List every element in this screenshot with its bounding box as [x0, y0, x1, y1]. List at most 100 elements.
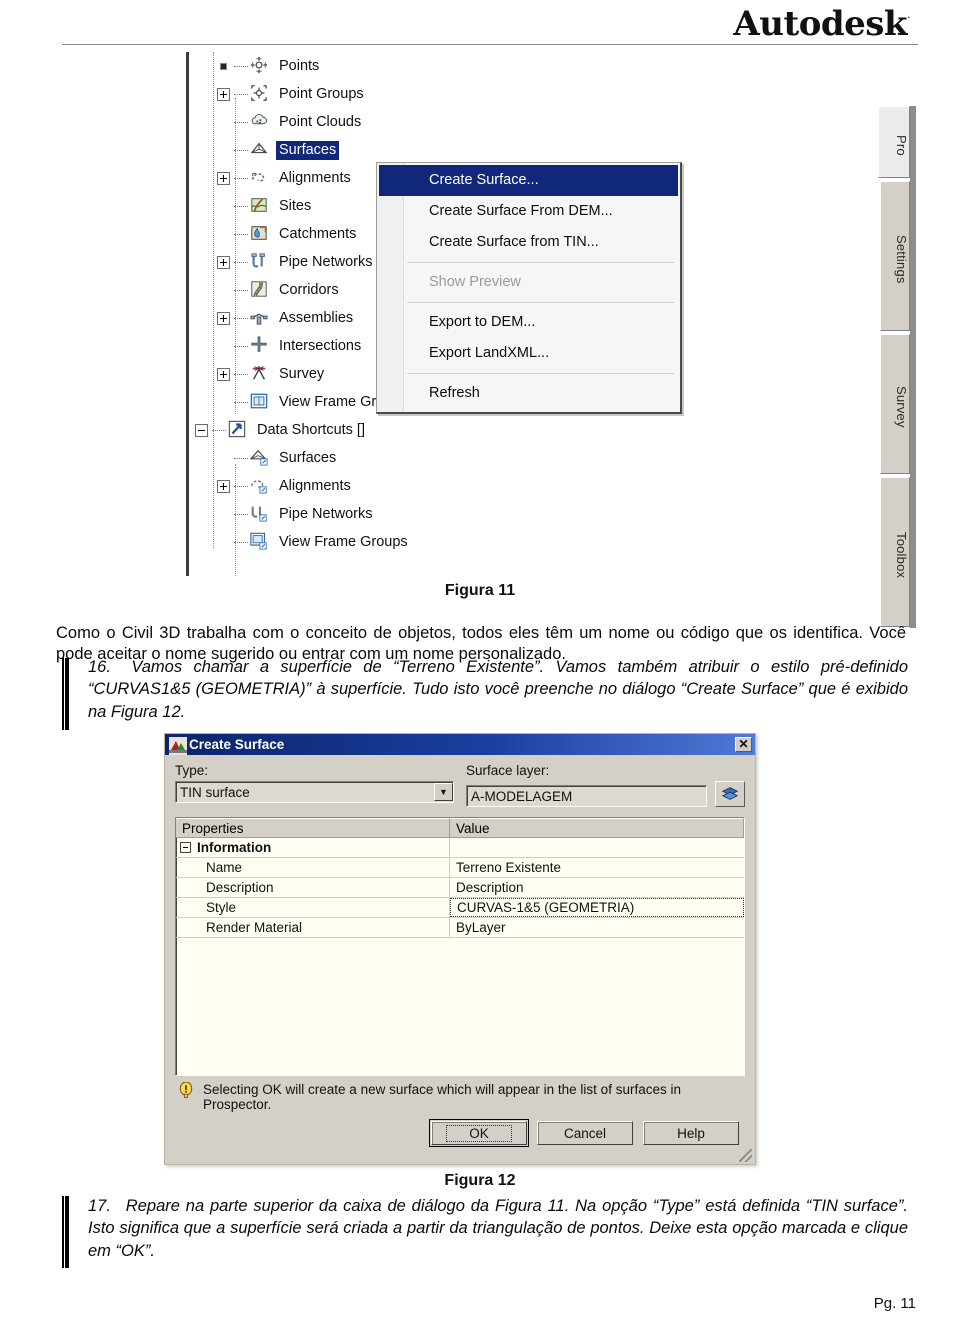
menu-item-create-surface-from-dem[interactable]: Create Surface From DEM... [377, 196, 680, 227]
menu-item-refresh[interactable]: Refresh [377, 378, 680, 409]
tree-item-point-groups[interactable]: Point Groups [189, 80, 686, 108]
surface-layer-label: Surface layer: [466, 763, 550, 778]
dialog-title: Create Surface [189, 737, 285, 752]
grid-property-label: Style [206, 900, 237, 915]
type-label: Type: [175, 763, 209, 778]
tree-connector [234, 121, 248, 123]
tree-connector [234, 205, 248, 207]
surfaces-icon [250, 140, 270, 160]
grid-row-information[interactable]: Information [176, 838, 744, 858]
list-item-16-number: 16. [88, 658, 111, 676]
tree-connector [234, 177, 248, 179]
tree-item-alignments[interactable]: Alignments [189, 472, 686, 500]
dialog-hint: Selecting OK will create a new surface w… [175, 1082, 745, 1112]
expand-icon[interactable] [217, 367, 230, 381]
surface-properties-grid[interactable]: Properties Value Information Name Terreno … [175, 817, 745, 1076]
menu-item-create-surface-from-tin[interactable]: Create Surface from TIN... [377, 227, 680, 258]
grid-row-style[interactable]: Style CURVAS-1&5 (GEOMETRIA) [176, 898, 744, 918]
menu-separator [407, 302, 674, 303]
panel-tab-toolbox[interactable]: Toolbox [880, 477, 910, 627]
ok-button[interactable]: OK [429, 1119, 529, 1147]
grid-cell-value[interactable] [450, 838, 744, 857]
expand-icon[interactable] [217, 311, 230, 325]
button-label: OK [446, 1124, 512, 1142]
view-frame-groups-icon [250, 392, 270, 412]
help-button[interactable]: Help [643, 1121, 739, 1145]
expand-icon[interactable] [217, 171, 230, 185]
tree-item-pipe-networks[interactable]: Pipe Networks [189, 500, 686, 528]
cancel-button[interactable]: Cancel [537, 1121, 633, 1145]
chevron-down-icon[interactable]: ▼ [434, 783, 453, 801]
expand-icon[interactable] [217, 479, 230, 493]
point-clouds-icon [250, 112, 270, 132]
tree-item-label: Corridors [279, 281, 339, 298]
tree-item-label: View Frame Groups [279, 533, 408, 550]
grid-cell-value[interactable]: CURVAS-1&5 (GEOMETRIA) [450, 898, 744, 917]
tree-item-label: Surfaces [279, 449, 337, 466]
tree-connector [234, 401, 248, 403]
surfaces-shortcut-icon [250, 448, 270, 468]
grid-row-render-material[interactable]: Render Material ByLayer [176, 918, 744, 938]
pipe-networks-shortcut-icon [250, 504, 270, 524]
grid-cell-value[interactable]: Terreno Existente [450, 858, 744, 877]
grid-cell-property: Render Material [176, 918, 450, 937]
tree-item-surfaces[interactable]: Surfaces [189, 136, 686, 164]
grid-cell-value[interactable]: Description [450, 878, 744, 897]
figure-11-caption: Figura 11 [444, 582, 516, 599]
close-icon[interactable]: ✕ [735, 737, 752, 752]
warning-bulb-icon [177, 1082, 195, 1100]
panel-tab-pro[interactable]: Pro [878, 106, 910, 178]
tree-item-surfaces[interactable]: Surfaces [189, 444, 686, 472]
tree-item-view-frame-groups[interactable]: View Frame Groups [189, 528, 686, 556]
collapse-icon[interactable] [195, 423, 208, 437]
surfaces-context-menu[interactable]: Create Surface... Create Surface From DEM… [376, 162, 682, 414]
panel-tab-strip[interactable]: Pro Settings Survey Toolbox [878, 104, 922, 628]
expand-icon[interactable] [217, 255, 230, 269]
grid-cell-value[interactable]: ByLayer [450, 918, 744, 937]
grid-row-name[interactable]: Name Terreno Existente [176, 858, 744, 878]
tree-item-points[interactable]: Points [189, 52, 686, 80]
dialog-top-fields: Type: TIN surface ▼ Surface layer: A-MOD… [175, 763, 745, 807]
tree-connector [234, 541, 248, 543]
tree-item-label: Assemblies [279, 309, 354, 326]
list-item-17: 17. Repare na parte superior da caixa de… [88, 1195, 908, 1262]
panel-tab-survey[interactable]: Survey [880, 334, 910, 474]
tree-item-data-shortcuts[interactable]: Data Shortcuts [] [189, 416, 686, 444]
menu-item-export-to-dem[interactable]: Export to DEM... [377, 307, 680, 338]
menu-item-export-landxml[interactable]: Export LandXML... [377, 338, 680, 369]
tree-connector [212, 429, 226, 431]
page-header: Autodesk· [0, 0, 960, 46]
tree-connector [234, 317, 248, 319]
figure-11-screenshot: Points Point Groups Point Clouds Surfaces Al… [186, 52, 916, 628]
layers-icon[interactable] [715, 781, 745, 807]
menu-separator [407, 373, 674, 374]
collapse-icon[interactable] [180, 842, 191, 853]
grid-row-description[interactable]: Description Description [176, 878, 744, 898]
type-select[interactable]: TIN surface ▼ [175, 781, 454, 803]
assemblies-icon [250, 308, 270, 328]
tree-item-label: Alignments [279, 477, 351, 494]
tree-connector [234, 261, 248, 263]
surface-layer-value: A-MODELAGEM [471, 788, 573, 804]
panel-tab-settings[interactable]: Settings [880, 181, 910, 331]
alignments-shortcut-icon [250, 476, 270, 496]
create-surface-dialog[interactable]: Create Surface ✕ Type: TIN surface ▼ Sur… [164, 733, 756, 1165]
list-item-16-text: Vamos chamar a superfície de “Terreno Ex… [88, 658, 908, 721]
intersections-icon [250, 336, 270, 356]
resize-grip[interactable] [739, 1149, 752, 1162]
tree-connector [234, 65, 248, 67]
tree-item-label: Point Clouds [279, 113, 362, 130]
tree-connector [234, 513, 248, 515]
pipe-networks-icon [250, 252, 270, 272]
tree-item-point-clouds[interactable]: Point Clouds [189, 108, 686, 136]
expand-icon[interactable] [217, 87, 230, 101]
surface-layer-input[interactable]: A-MODELAGEM [466, 785, 707, 807]
menu-item-create-surface[interactable]: Create Surface... [379, 165, 678, 196]
catchments-icon [250, 224, 270, 244]
